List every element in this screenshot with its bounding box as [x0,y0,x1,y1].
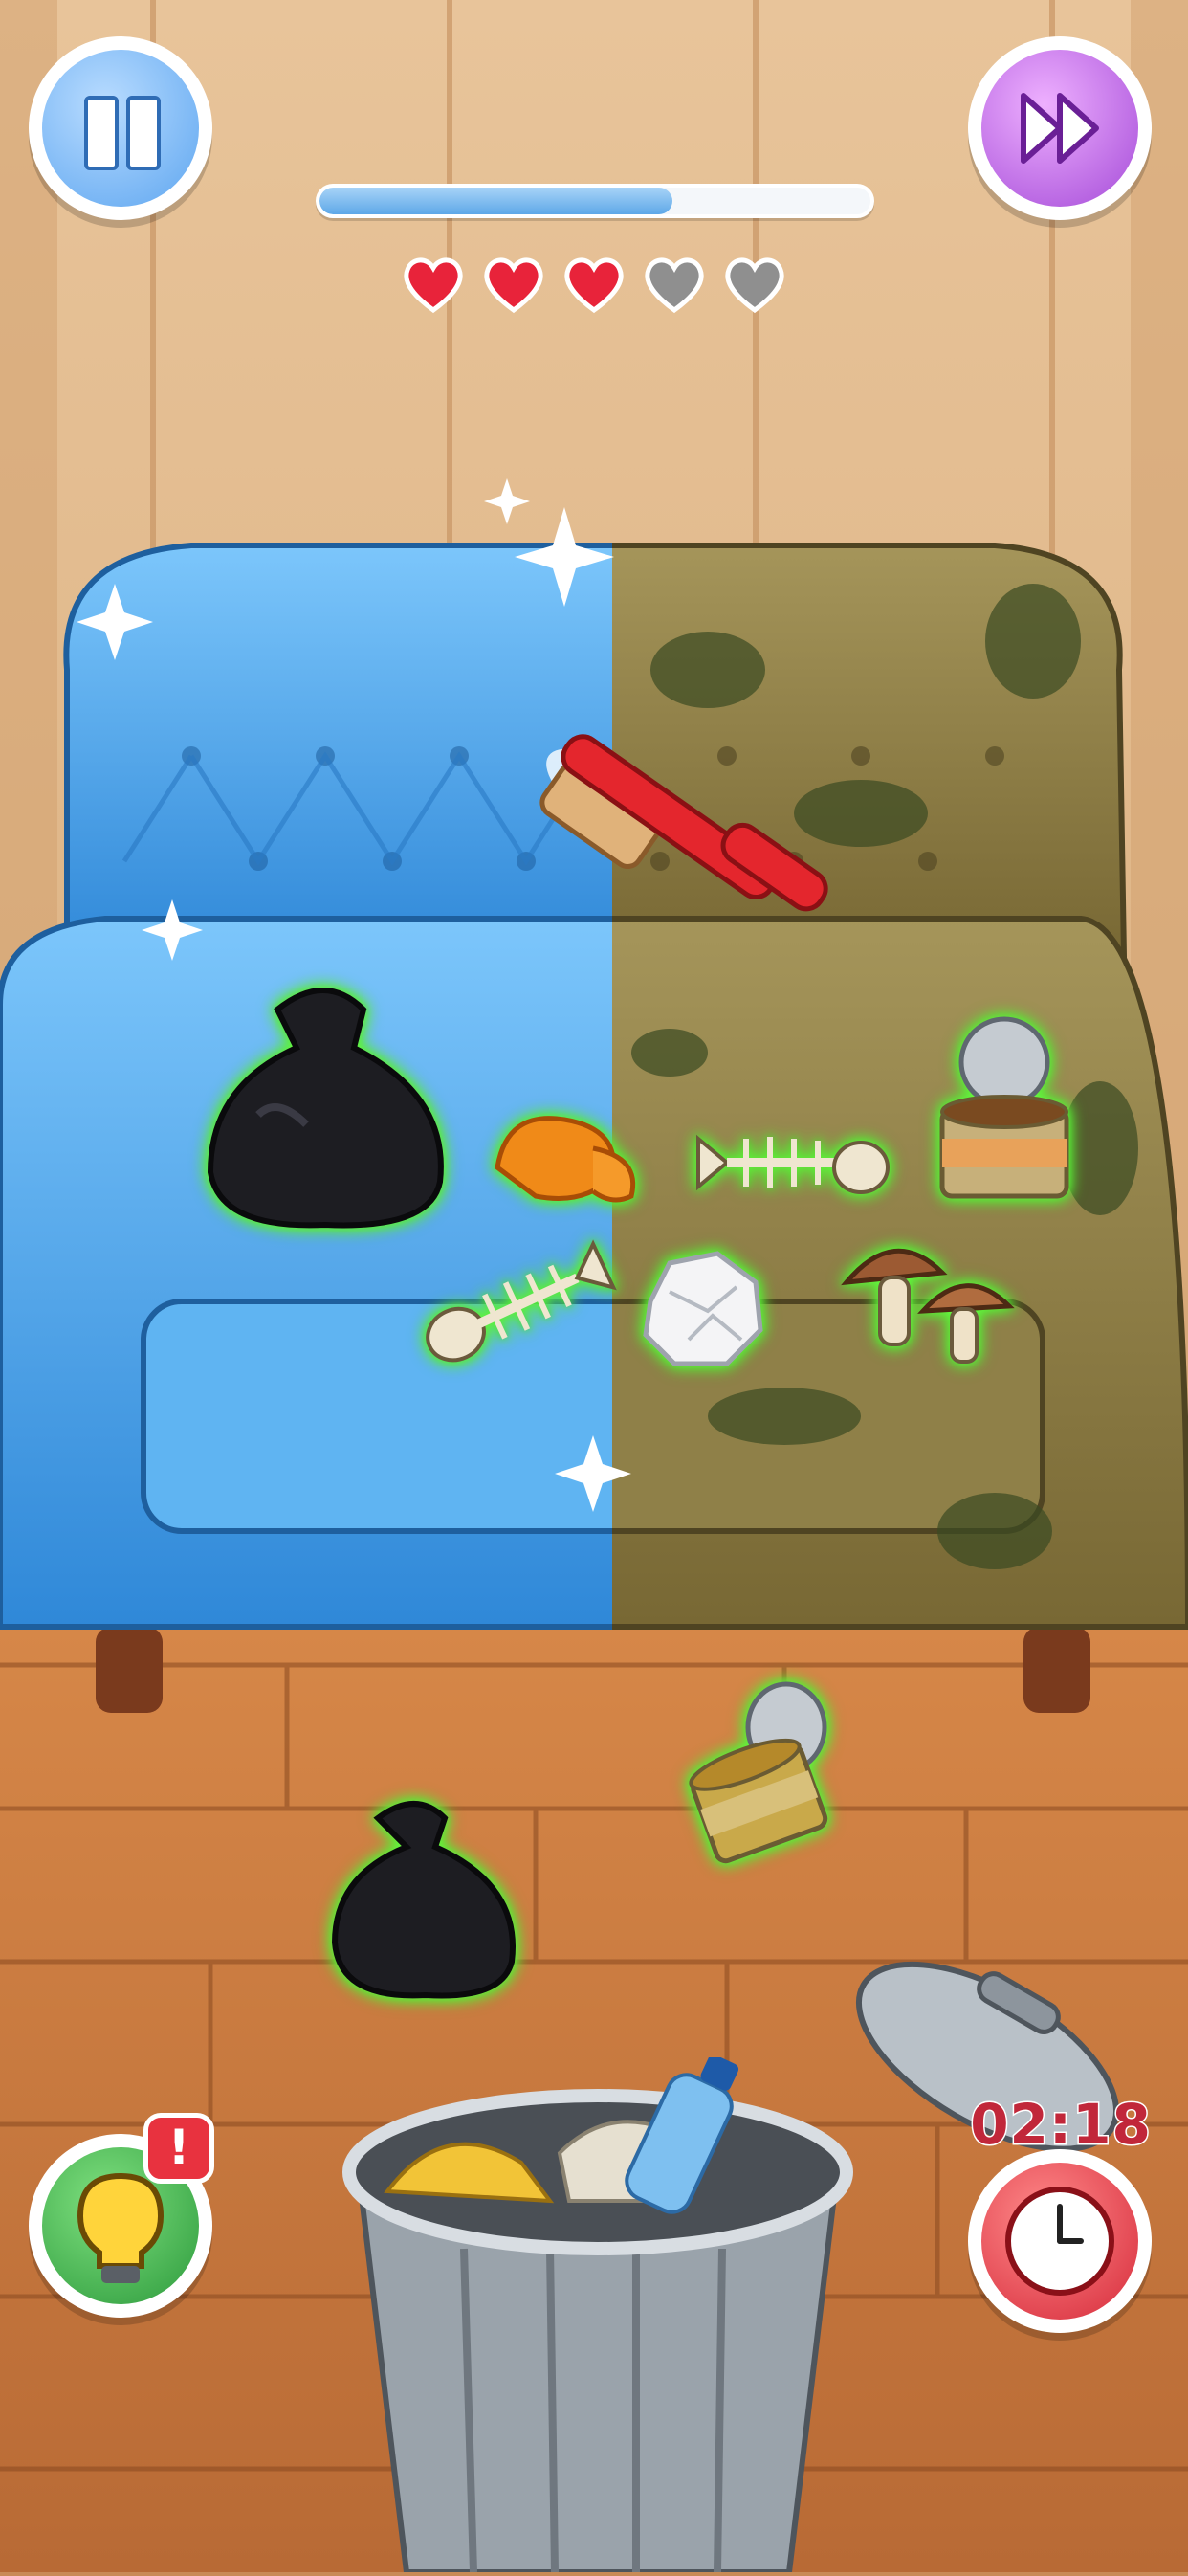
heart-icon-3-full [564,257,624,314]
pause-icon [42,50,199,207]
clock-icon [981,2163,1138,2320]
tin-can-item-2[interactable] [681,1675,844,1866]
fast-forward-button[interactable] [968,36,1152,220]
timer-button[interactable] [968,2149,1152,2333]
pause-button[interactable] [29,36,212,220]
tin-can-item[interactable] [933,1005,1076,1206]
trash-can-icon[interactable] [330,2057,866,2572]
heart-icon-2-full [484,257,543,314]
heart-icon-5-empty [725,257,784,314]
crumpled-paper-item[interactable] [631,1244,775,1378]
hint-alert-badge: ! [143,2113,214,2184]
fish-bone-item[interactable] [689,1110,890,1215]
level-progress-bar [316,184,874,218]
garbage-bag-item-2[interactable] [320,1789,540,2010]
orange-peel-item[interactable] [478,1100,650,1215]
mushrooms-item[interactable] [837,1225,1019,1368]
garbage-bag-item[interactable] [191,971,469,1239]
lives-hearts [400,251,792,318]
fish-bone-item-2[interactable] [411,1234,622,1378]
scrub-brush-icon[interactable] [478,727,842,1033]
heart-icon-4-empty [645,257,704,314]
heart-icon-1-full [404,257,463,314]
level-progress-fill [319,188,672,214]
timer-text: 02:18 [969,2091,1153,2159]
fast-forward-icon [981,50,1138,207]
